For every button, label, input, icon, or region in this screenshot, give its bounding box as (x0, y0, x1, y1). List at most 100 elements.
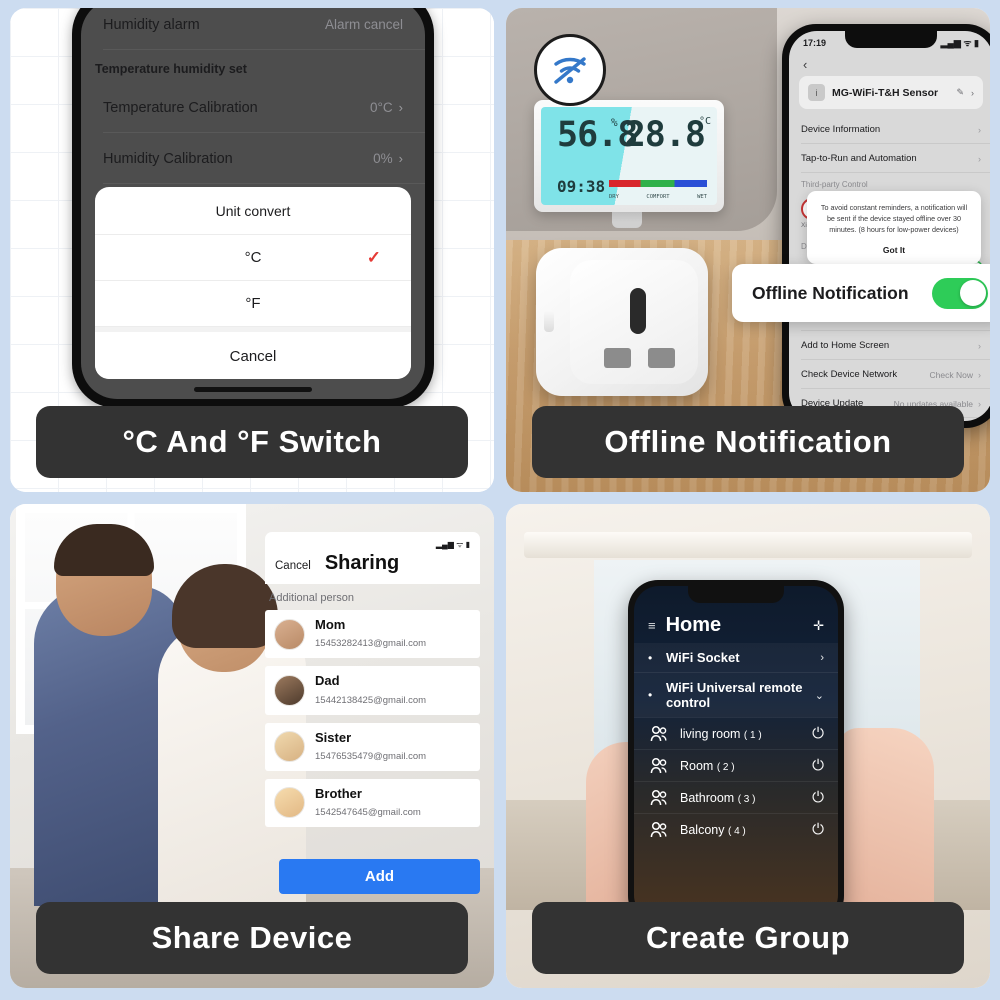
power-icon[interactable]: ⏻ (812, 821, 824, 838)
person-name: Brother (315, 785, 362, 801)
panel-caption: °C And °F Switch (36, 406, 468, 478)
list-item[interactable]: Mom 15453282413@gmail.com (265, 610, 480, 659)
device-header-card[interactable]: i MG-WiFi-T&H Sensor ✎ › (799, 76, 983, 109)
unit-option-label: °C (244, 249, 262, 266)
group-name: Room ( 2 ) (680, 759, 801, 773)
phone-screen: 17:19 ▂▄▆ ᯤ ▮ ‹ i MG-WiFi-T&H Sensor ✎ ›… (789, 31, 990, 421)
avatar (274, 674, 305, 706)
phone-screen: Humidity alarm Alarm cancel Temperature … (81, 8, 425, 399)
group-name: Bathroom ( 3 ) (680, 791, 801, 805)
temperature-humidity-sensor: 56.8 % 28.8 °C 09:38 DRY COMFORT WET (534, 100, 724, 212)
add-button[interactable]: Add (279, 859, 480, 894)
sharing-panel: ▂▄▆ ᯤ ▮ Cancel Sharing Additional person… (265, 532, 480, 898)
settings-row-humidity-alarm[interactable]: Humidity alarm Alarm cancel (81, 8, 425, 50)
status-time: 17:19 (803, 37, 827, 48)
home-indicator (194, 387, 312, 392)
group-count: ( 4 ) (727, 825, 746, 837)
person-email: 15442138425@gmail.com (315, 694, 427, 706)
group-people-icon (650, 821, 669, 838)
group-row-balcony[interactable]: Balcony ( 4 ) ⏻ (634, 813, 838, 845)
status-icons: ▂▄▆ ᯤ ▮ (435, 540, 470, 549)
person-name: Mom (315, 617, 346, 632)
device-label: WiFi Socket (666, 650, 740, 665)
person-name: Dad (315, 673, 340, 689)
phone-notch (845, 31, 937, 48)
section-third-party-control: Third-party Control (801, 180, 868, 189)
sharing-header: ▂▄▆ ᯤ ▮ Cancel Sharing (265, 532, 480, 584)
phone-mockup-settings: Humidity alarm Alarm cancel Temperature … (72, 8, 434, 408)
power-icon[interactable]: ⏻ (812, 789, 824, 806)
chevron-right-icon: › (978, 124, 981, 135)
unit-option-fahrenheit[interactable]: °F (95, 281, 411, 327)
settings-row-temperature-calibration[interactable]: Temperature Calibration 0°C › (81, 82, 425, 133)
person-email: 15453282413@gmail.com (315, 638, 427, 650)
group-name: Balcony ( 4 ) (680, 823, 801, 837)
row-label: Humidity alarm (103, 16, 200, 33)
plug-hole-round (630, 288, 646, 334)
row-device-information[interactable]: Device Information › (789, 115, 990, 144)
unit-convert-action-sheet: Unit convert °C ✓ °F Cancel (95, 187, 411, 379)
marketing-collage: Humidity alarm Alarm cancel Temperature … (0, 0, 1000, 1000)
person-email: 1542547645@gmail.com (315, 807, 421, 818)
chevron-right-icon[interactable]: › (820, 652, 824, 664)
device-row-universal-remote[interactable]: • WiFi Universal remote control ⌄ (634, 672, 838, 717)
unit-option-celsius[interactable]: °C ✓ (95, 235, 411, 281)
group-label: living room (680, 726, 741, 741)
chevron-down-icon[interactable]: ⌄ (815, 689, 824, 702)
row-tap-to-run[interactable]: Tap-to-Run and Automation › (789, 144, 990, 173)
group-row-living-room[interactable]: living room ( 1 ) ⏻ (634, 717, 838, 749)
chevron-right-icon: › (398, 100, 403, 115)
row-label: Temperature Calibration (103, 99, 258, 116)
cancel-button[interactable]: Cancel (275, 560, 311, 572)
add-icon[interactable]: ✛ (813, 618, 824, 634)
cancel-button[interactable]: Cancel (95, 327, 411, 379)
bullet-icon: • (648, 650, 653, 665)
group-count: ( 1 ) (743, 729, 762, 741)
group-people-icon (650, 725, 669, 742)
row-value: Check Now (929, 369, 973, 380)
group-row-bathroom[interactable]: Bathroom ( 3 ) ⏻ (634, 781, 838, 813)
group-row-room[interactable]: Room ( 2 ) ⏻ (634, 749, 838, 781)
hamburger-menu-icon[interactable]: ≡ (648, 618, 656, 633)
page-title: Sharing (324, 552, 400, 574)
person-info: Sister 15476535479@gmail.com (315, 730, 426, 764)
section-additional-person: Additional person (269, 592, 355, 604)
section-header-temp-humidity-set: Temperature humidity set (95, 62, 247, 76)
comfort-bar-labels: DRY COMFORT WET (609, 194, 707, 200)
row-add-to-home-screen[interactable]: Add to Home Screen › (789, 331, 990, 360)
person-email: 15476535479@gmail.com (315, 750, 427, 762)
settings-row-humidity-calibration[interactable]: Humidity Calibration 0% › (81, 133, 425, 184)
comfort-bar (609, 180, 707, 187)
list-item[interactable]: Brother 1542547645@gmail.com (265, 778, 480, 827)
edit-icon[interactable]: ✎ (956, 87, 964, 98)
unit-option-label: °F (245, 295, 261, 312)
temperature-unit: °C (698, 116, 711, 127)
power-icon[interactable]: ⏻ (812, 725, 824, 742)
chevron-right-icon: › (978, 153, 981, 164)
humidity-unit: % (611, 116, 618, 129)
group-name: living room ( 1 ) (680, 727, 801, 741)
panel-caption: Share Device (36, 902, 468, 974)
got-it-button[interactable]: Got It (817, 245, 971, 255)
list-item[interactable]: Dad 15442138425@gmail.com (265, 666, 480, 715)
comfort-label-wet: WET (697, 194, 707, 200)
phone-mockup-device-settings: 17:19 ▂▄▆ ᯤ ▮ ‹ i MG-WiFi-T&H Sensor ✎ ›… (782, 24, 990, 428)
person-info: Brother 1542547645@gmail.com (315, 786, 421, 820)
callout-toggle[interactable] (932, 277, 988, 309)
group-label: Bathroom (680, 790, 735, 805)
chevron-right-icon: › (398, 151, 403, 166)
status-icons: ▂▄▆ ᯤ ▮ (940, 38, 979, 48)
device-name: MG-WiFi-T&H Sensor (832, 86, 939, 99)
power-icon[interactable]: ⏻ (812, 757, 824, 774)
comfort-label-comfort: COMFORT (646, 194, 670, 200)
row-check-device-network[interactable]: Check Device Network Check Now › (789, 360, 990, 389)
back-button[interactable]: ‹ (789, 49, 990, 74)
check-icon: ✓ (366, 247, 381, 267)
plug-socket-face (570, 260, 698, 384)
row-value: 0% (373, 151, 393, 166)
action-sheet-title: Unit convert (95, 187, 411, 235)
list-item[interactable]: Sister 15476535479@gmail.com (265, 722, 480, 771)
device-row-wifi-socket[interactable]: • WiFi Socket › (634, 643, 838, 672)
panel-offline-notification: 56.8 % 28.8 °C 09:38 DRY COMFORT WET 17:… (506, 8, 990, 492)
group-people-icon (650, 757, 669, 774)
